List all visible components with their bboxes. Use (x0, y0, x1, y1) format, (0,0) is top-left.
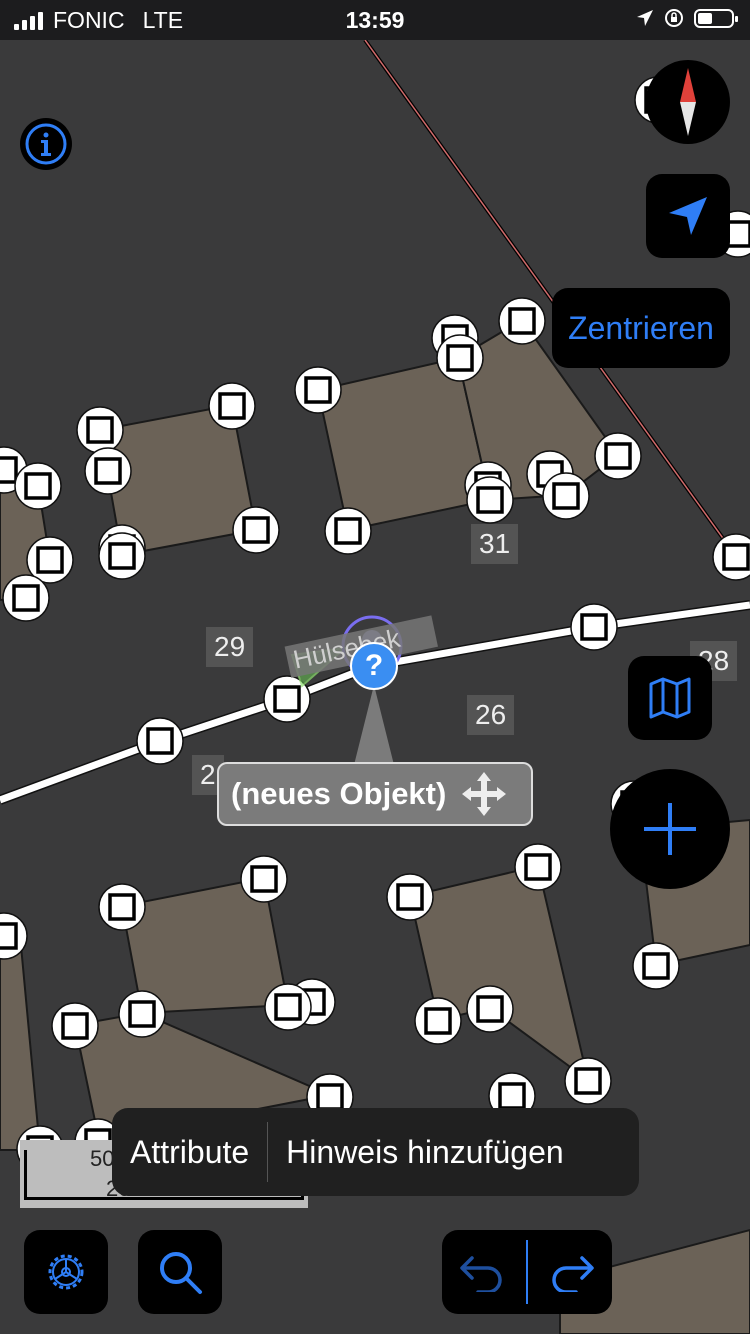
popup-pointer (354, 685, 394, 765)
map-node[interactable] (84, 447, 132, 495)
new-object-popup[interactable]: (neues Objekt) (217, 762, 533, 826)
map-node[interactable] (294, 366, 342, 414)
scale-value: 50 (90, 1146, 115, 1171)
status-bar: FONIC LTE 13:59 (0, 0, 750, 40)
attribute-menu-item[interactable]: Attribute (130, 1134, 249, 1171)
map-icon (649, 677, 691, 719)
map-node[interactable] (712, 533, 750, 581)
map-node[interactable] (14, 462, 62, 510)
undo-redo-group (442, 1230, 612, 1314)
house-number: 26 (467, 695, 515, 735)
map-layers-button[interactable] (628, 656, 712, 740)
add-button[interactable] (610, 769, 730, 889)
redo-icon[interactable] (548, 1252, 596, 1292)
info-button[interactable] (20, 118, 72, 170)
building (0, 934, 42, 1151)
map-node[interactable] (98, 883, 146, 931)
map-node[interactable] (76, 406, 124, 454)
info-icon (25, 123, 67, 165)
location-arrow-icon (669, 197, 707, 235)
locate-button[interactable] (646, 174, 730, 258)
map-node[interactable] (264, 983, 312, 1031)
map-node[interactable] (564, 1057, 612, 1105)
map-node[interactable] (98, 532, 146, 580)
map-node[interactable] (324, 507, 372, 555)
map-node[interactable] (240, 855, 288, 903)
move-icon[interactable] (460, 770, 508, 818)
question-pin[interactable]: ? (350, 642, 398, 690)
add-note-menu-item[interactable]: Hinweis hinzufügen (286, 1134, 564, 1171)
map-node[interactable] (2, 574, 50, 622)
map-node[interactable] (466, 476, 514, 524)
context-menu: Attribute Hinweis hinzufügen (112, 1108, 639, 1196)
map-node[interactable] (594, 432, 642, 480)
question-mark-icon: ? (364, 649, 384, 682)
house-number: 31 (471, 524, 519, 564)
location-arrow-icon (637, 10, 653, 26)
map-node[interactable] (414, 997, 462, 1045)
map-node[interactable] (632, 942, 680, 990)
map-node[interactable] (136, 717, 184, 765)
search-button[interactable] (138, 1230, 222, 1314)
map-node[interactable] (514, 843, 562, 891)
map-node[interactable] (232, 506, 280, 554)
map-node[interactable] (436, 334, 484, 382)
map-node[interactable] (51, 1002, 99, 1050)
compass-icon (680, 68, 696, 136)
compass-button[interactable] (646, 60, 730, 144)
undo-icon[interactable] (458, 1252, 506, 1292)
map-node[interactable] (498, 297, 546, 345)
map-node[interactable] (570, 603, 618, 651)
battery-icon (694, 8, 738, 28)
map-node[interactable] (118, 990, 166, 1038)
center-button-label: Zentrieren (568, 309, 714, 346)
map-node[interactable] (0, 912, 28, 960)
toolbar-divider (526, 1240, 528, 1304)
rotation-lock-icon (665, 9, 683, 27)
search-icon (160, 1252, 202, 1294)
map-node[interactable] (208, 382, 256, 430)
map-node[interactable] (542, 472, 590, 520)
center-button[interactable]: Zentrieren (552, 288, 730, 368)
house-number: 29 (206, 627, 254, 667)
map-node[interactable] (466, 985, 514, 1033)
map-node[interactable] (386, 873, 434, 921)
new-object-label: (neues Objekt) (231, 776, 447, 811)
settings-button[interactable] (24, 1230, 108, 1314)
building (408, 864, 590, 1083)
menu-divider (267, 1122, 269, 1182)
gear-icon (48, 1254, 84, 1290)
plus-icon (644, 803, 696, 855)
